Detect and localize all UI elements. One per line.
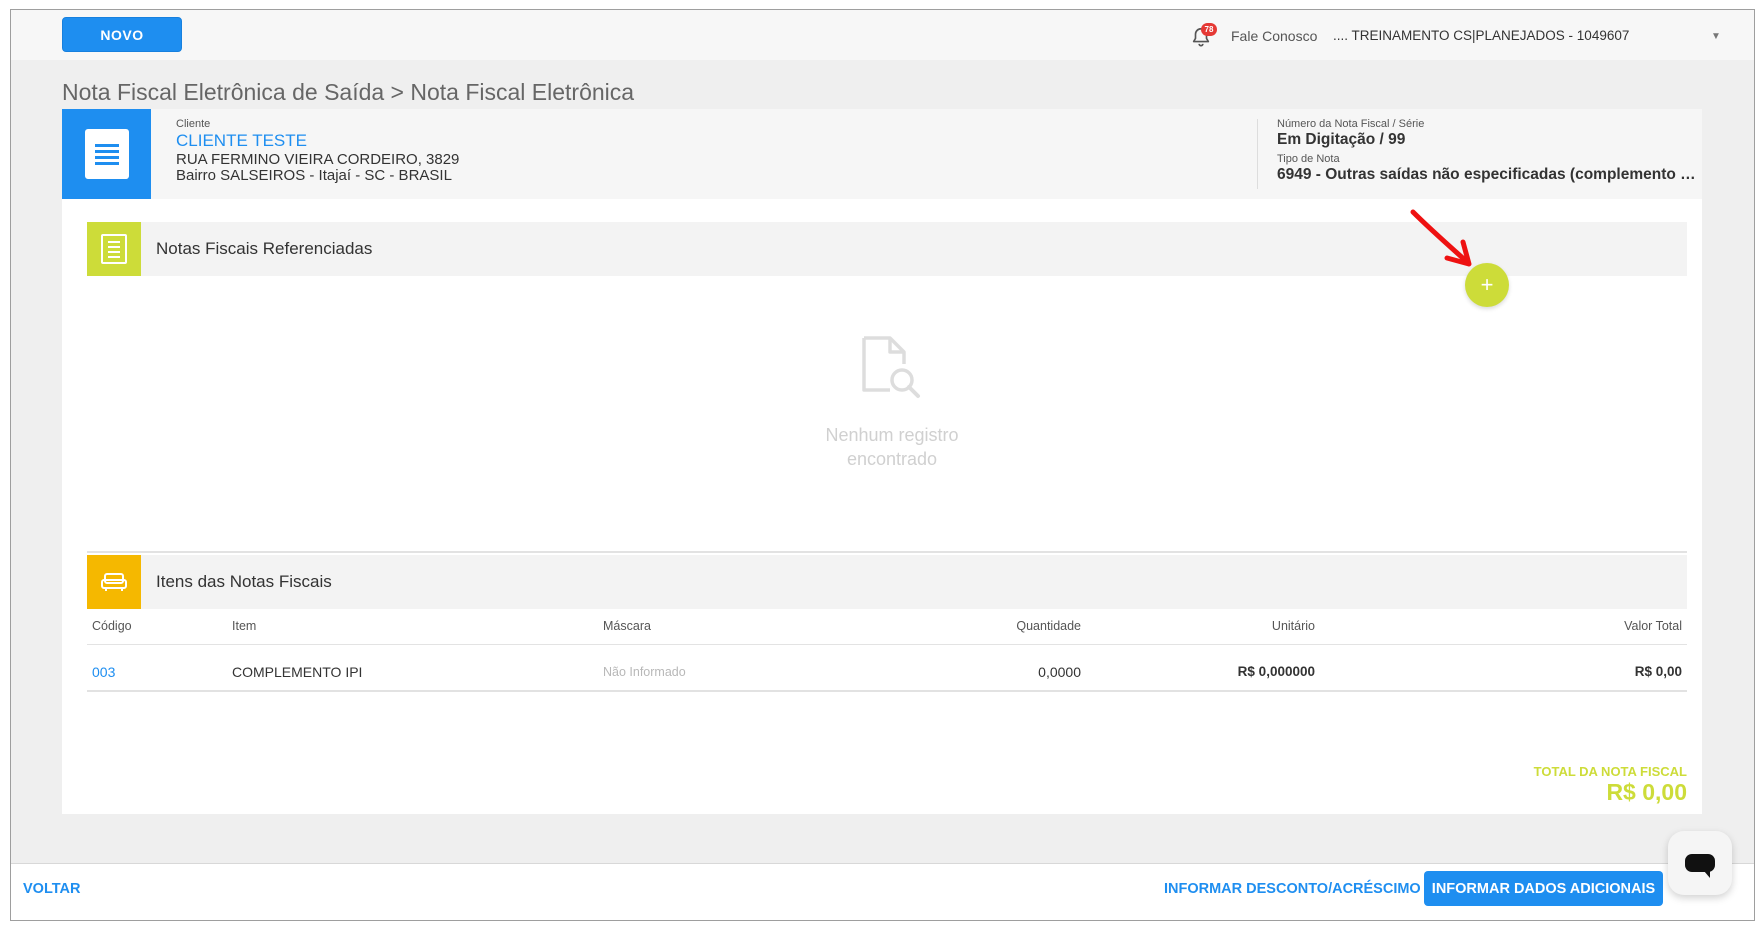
column-header-quantity[interactable]: Quantidade bbox=[1016, 619, 1081, 633]
column-header-total[interactable]: Valor Total bbox=[1624, 619, 1682, 633]
breadcrumb: Nota Fiscal Eletrônica de Saída > Nota F… bbox=[62, 79, 635, 105]
row-mask: Não Informado bbox=[603, 665, 686, 679]
row-divider bbox=[87, 690, 1687, 692]
empty-state-text: Nenhum registro encontrado bbox=[825, 425, 959, 469]
document-search-icon bbox=[862, 336, 920, 398]
chevron-down-icon[interactable]: ▼ bbox=[1711, 31, 1721, 42]
contact-link[interactable]: Fale Conosco bbox=[1231, 28, 1317, 44]
invoice-number-label: Número da Nota Fiscal / Série bbox=[1277, 118, 1425, 130]
invoice-type-label: Tipo de Nota bbox=[1277, 153, 1340, 165]
red-arrow-icon bbox=[1410, 209, 1472, 267]
chat-icon[interactable] bbox=[1668, 831, 1732, 895]
footer-bar: VOLTAR INFORMAR DESCONTO/ACRÉSCIMO INFOR… bbox=[11, 863, 1754, 920]
discount-button[interactable]: INFORMAR DESCONTO/ACRÉSCIMO bbox=[1164, 881, 1421, 897]
referenced-section-title: Notas Fiscais Referenciadas bbox=[156, 239, 373, 258]
items-section-title: Itens das Notas Fiscais bbox=[156, 572, 332, 591]
content-panel: Notas Fiscais Referenciadas + Nenhum reg… bbox=[62, 199, 1702, 814]
section-divider bbox=[87, 551, 1687, 553]
row-item: COMPLEMENTO IPI bbox=[232, 664, 363, 680]
invoice-type-value: 6949 - Outras saídas não especificadas (… bbox=[1277, 166, 1697, 183]
new-button[interactable]: NOVO bbox=[62, 17, 182, 52]
row-unit: R$ 0,000000 bbox=[1237, 664, 1315, 679]
invoice-header: Cliente CLIENTE TESTE RUA FERMINO VIEIRA… bbox=[62, 109, 1702, 199]
column-header-mask[interactable]: Máscara bbox=[603, 619, 651, 633]
back-button[interactable]: VOLTAR bbox=[23, 881, 80, 897]
notification-badge: 78 bbox=[1201, 23, 1217, 36]
column-header-code[interactable]: Código bbox=[92, 619, 132, 633]
sofa-icon bbox=[87, 555, 141, 609]
invoice-total-value: R$ 0,00 bbox=[1606, 779, 1687, 805]
account-selector[interactable]: .... TREINAMENTO CS|PLANEJADOS - 1049607 bbox=[1333, 28, 1629, 43]
invoice-number-value: Em Digitação / 99 bbox=[1277, 131, 1406, 148]
header-divider bbox=[1257, 119, 1258, 189]
column-header-item[interactable]: Item bbox=[232, 619, 256, 633]
table-header-divider bbox=[87, 644, 1687, 645]
app-window: NOVO 78 Fale Conosco .... TREINAMENTO CS… bbox=[10, 9, 1755, 921]
document-list-icon bbox=[62, 109, 151, 199]
client-name[interactable]: CLIENTE TESTE bbox=[176, 131, 307, 151]
invoice-total-label: TOTAL DA NOTA FISCAL bbox=[1533, 764, 1687, 779]
client-address-line2: Bairro SALSEIROS - Itajaí - SC - BRASIL bbox=[176, 167, 452, 184]
top-bar: NOVO 78 Fale Conosco .... TREINAMENTO CS… bbox=[11, 10, 1754, 60]
column-header-unit[interactable]: Unitário bbox=[1272, 619, 1315, 633]
row-code[interactable]: 003 bbox=[92, 664, 115, 680]
client-label: Cliente bbox=[176, 118, 211, 130]
add-referenced-button[interactable]: + bbox=[1465, 263, 1509, 307]
additional-data-button[interactable]: INFORMAR DADOS ADICIONAIS bbox=[1424, 871, 1663, 906]
document-icon bbox=[87, 222, 141, 276]
row-total: R$ 0,00 bbox=[1634, 664, 1682, 679]
items-section-header: Itens das Notas Fiscais bbox=[87, 555, 1687, 609]
row-quantity: 0,0000 bbox=[1038, 664, 1081, 680]
client-address-line1: RUA FERMINO VIEIRA CORDEIRO, 3829 bbox=[176, 151, 460, 168]
